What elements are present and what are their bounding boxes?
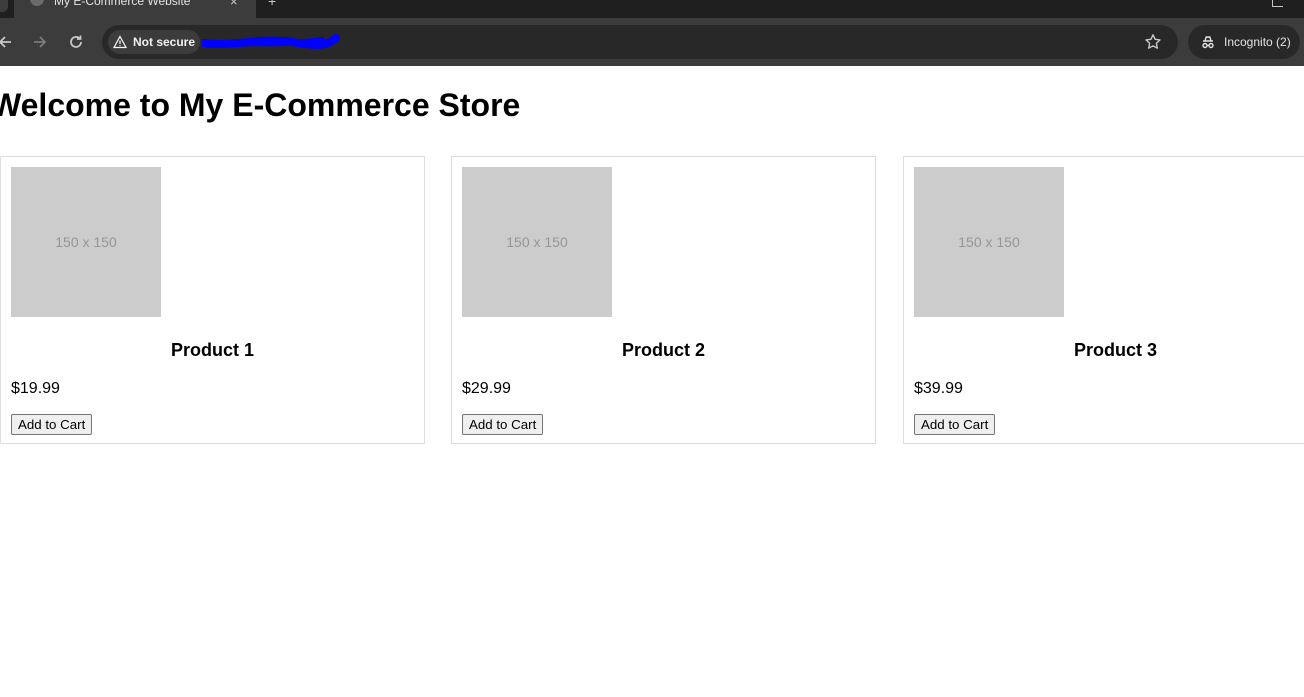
incognito-indicator[interactable]: Incognito (2) bbox=[1188, 25, 1300, 59]
add-to-cart-button[interactable]: Add to Cart bbox=[914, 414, 996, 435]
product-price: $19.99 bbox=[11, 380, 60, 397]
redacted-url-scribble bbox=[200, 33, 342, 51]
add-to-cart-button[interactable]: Add to Cart bbox=[11, 414, 93, 435]
previous-tab-edge[interactable] bbox=[0, 0, 8, 12]
security-indicator[interactable]: Not secure bbox=[108, 30, 200, 54]
page-title: Welcome to My E-Commerce Store bbox=[0, 87, 521, 123]
reload-icon[interactable] bbox=[66, 32, 86, 52]
incognito-icon bbox=[1200, 34, 1216, 50]
tab-title: My E-Commerce Website bbox=[54, 0, 191, 8]
back-arrow-icon[interactable] bbox=[0, 32, 16, 52]
forward-arrow-icon[interactable] bbox=[30, 32, 50, 52]
bookmark-star-icon[interactable] bbox=[1144, 33, 1162, 51]
tab-search-icon[interactable] bbox=[1272, 0, 1283, 7]
product-card: 150 x 150 Product 1 $19.99 Add to Cart bbox=[0, 156, 425, 444]
product-image-placeholder: 150 x 150 bbox=[11, 167, 161, 317]
product-name: Product 3 bbox=[1073, 340, 1157, 360]
product-price: $29.99 bbox=[462, 380, 511, 397]
product-image-placeholder: 150 x 150 bbox=[914, 167, 1064, 317]
new-tab-button[interactable]: + bbox=[268, 0, 276, 8]
add-to-cart-button[interactable]: Add to Cart bbox=[462, 414, 544, 435]
product-price: $39.99 bbox=[914, 380, 963, 397]
address-bar[interactable]: Not secure bbox=[102, 25, 1178, 59]
product-image-placeholder: 150 x 150 bbox=[462, 167, 612, 317]
product-card: 150 x 150 Product 2 $29.99 Add to Cart bbox=[451, 156, 876, 444]
product-name: Product 2 bbox=[621, 340, 705, 360]
browser-tabstrip: My E-Commerce Website × + bbox=[0, 0, 1304, 18]
warning-icon bbox=[112, 35, 128, 49]
security-label: Not secure bbox=[133, 35, 196, 49]
product-card: 150 x 150 Product 3 $39.99 Add to Cart bbox=[903, 156, 1304, 444]
tab-close-icon[interactable]: × bbox=[230, 0, 238, 9]
product-name: Product 1 bbox=[170, 340, 254, 360]
incognito-label: Incognito (2) bbox=[1224, 35, 1291, 49]
browser-toolbar: Not secure Incognito (2) bbox=[0, 18, 1304, 66]
